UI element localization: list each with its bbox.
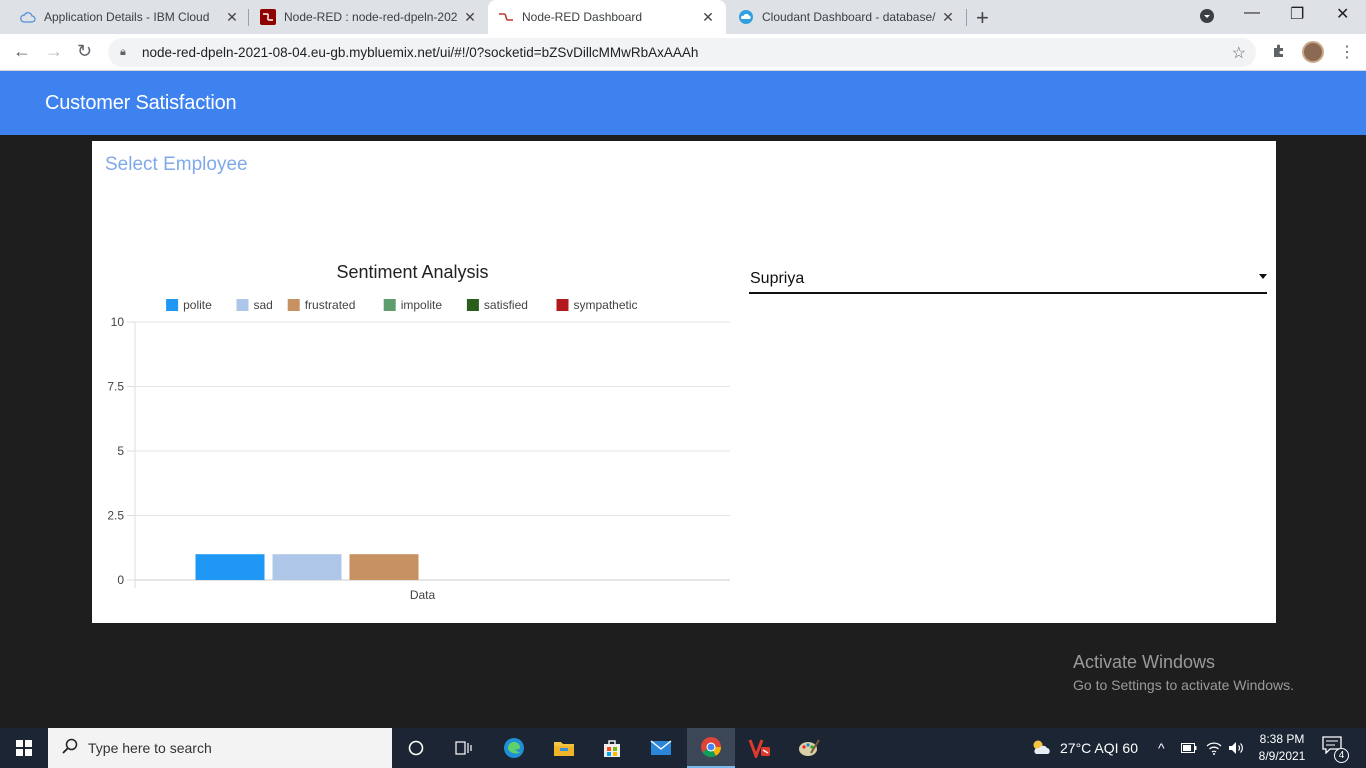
close-tab-icon[interactable]: ✕	[940, 9, 956, 26]
y-tick-label: 0	[117, 573, 124, 587]
employee-dropdown-value: Supriya	[750, 270, 805, 287]
battery-icon[interactable]	[1181, 728, 1197, 768]
close-window-icon[interactable]: ✕	[1336, 4, 1349, 24]
group-title: Select Employee	[105, 154, 248, 175]
close-tab-icon[interactable]: ✕	[462, 9, 478, 26]
forward-icon[interactable]: →	[45, 41, 63, 62]
page-title: Customer Satisfaction	[45, 92, 237, 114]
cortana-icon[interactable]	[392, 728, 440, 768]
tab-title: Application Details - IBM Cloud	[44, 10, 210, 24]
show-hidden-icons-chevron-up-icon[interactable]: ^	[1158, 728, 1165, 768]
weather-widget[interactable]: 27°C AQI 60	[1030, 728, 1138, 768]
x-category-label: Data	[410, 588, 436, 602]
y-tick-label: 10	[111, 315, 125, 329]
y-tick-label: 5	[117, 444, 124, 458]
file-explorer-icon[interactable]	[540, 728, 588, 768]
y-tick-label: 7.5	[107, 380, 124, 394]
close-tab-icon[interactable]: ✕	[700, 9, 716, 26]
legend-swatch-sympathetic	[556, 299, 569, 311]
clock-time: 8:38 PM	[1259, 732, 1305, 746]
y-tick-label: 2.5	[107, 509, 124, 523]
windows-taskbar: Type here to search 27°C AQI 60 ^ 8:38 P…	[0, 728, 1366, 768]
activate-windows-watermark: Activate Windows Go to Settings to activ…	[1073, 652, 1294, 693]
profile-avatar[interactable]	[1302, 41, 1324, 63]
mail-icon[interactable]	[637, 728, 685, 768]
tab-search-icon[interactable]	[1199, 8, 1215, 29]
restore-icon[interactable]: ❐	[1290, 4, 1304, 24]
tab-node-red-editor[interactable]: Node-RED : node-red-dpeln-202 ✕	[250, 0, 488, 34]
tab-node-red-dashboard[interactable]: Node-RED Dashboard ✕	[488, 0, 726, 34]
partly-cloudy-icon	[1030, 738, 1052, 759]
url-field[interactable]: 🔒︎ node-red-dpeln-2021-08-04.eu-gb.myblu…	[108, 38, 1256, 67]
watermark-subtitle: Go to Settings to activate Windows.	[1073, 677, 1294, 693]
tab-separator	[248, 9, 249, 26]
tab-title: Node-RED : node-red-dpeln-202	[284, 10, 458, 24]
lock-icon: 🔒︎	[120, 46, 126, 58]
employee-dropdown[interactable]: Supriya	[749, 267, 1267, 294]
task-view-icon[interactable]	[440, 728, 488, 768]
minimize-icon[interactable]: —	[1244, 4, 1260, 22]
legend-swatch-polite	[166, 299, 179, 311]
legend-swatch-sad	[236, 299, 249, 311]
cloudant-icon	[738, 9, 754, 25]
volume-icon[interactable]	[1228, 728, 1246, 768]
taskbar-search-input[interactable]: Type here to search	[48, 728, 392, 768]
start-button[interactable]	[0, 728, 48, 768]
cloud-icon	[20, 9, 36, 25]
sentiment-chart: Sentiment Analysis polite sad frustrated imp…	[100, 255, 740, 610]
weather-text: 27°C AQI 60	[1060, 740, 1138, 756]
taskbar-clock[interactable]: 8:38 PM 8/9/2021	[1252, 731, 1312, 765]
notification-center-icon[interactable]: 4	[1322, 736, 1349, 763]
legend-label-frustrated: frustrated	[305, 298, 356, 312]
search-icon	[62, 738, 78, 759]
tab-title: Cloudant Dashboard - database/	[762, 10, 936, 24]
legend-label-sympathetic: sympathetic	[574, 298, 638, 312]
paint-icon[interactable]	[785, 728, 833, 768]
tab-ibm-cloud[interactable]: Application Details - IBM Cloud ✕	[10, 0, 250, 34]
chevron-down-icon	[1259, 274, 1267, 279]
extensions-icon[interactable]	[1271, 42, 1287, 63]
node-red-icon	[260, 9, 276, 25]
vscode-like-app-icon[interactable]	[736, 728, 784, 768]
address-bar-row: ← → ↻ 🔒︎ node-red-dpeln-2021-08-04.eu-gb…	[0, 34, 1366, 71]
close-tab-icon[interactable]: ✕	[224, 9, 240, 26]
legend-label-satisfied: satisfied	[484, 298, 528, 312]
legend-label-impolite: impolite	[401, 298, 443, 312]
bookmark-star-icon[interactable]: ☆	[1232, 43, 1246, 63]
legend-label-sad: sad	[254, 298, 273, 312]
clock-date: 8/9/2021	[1258, 749, 1306, 763]
chrome-icon[interactable]	[687, 728, 735, 768]
bar-sad	[272, 554, 342, 580]
legend-swatch-impolite	[383, 299, 396, 311]
url-text: node-red-dpeln-2021-08-04.eu-gb.mybluemi…	[142, 45, 699, 60]
legend-swatch-satisfied	[466, 299, 479, 311]
sentiment-chart-svg: Sentiment Analysis polite sad frustrated imp…	[107, 262, 730, 602]
windows-logo-icon	[16, 740, 32, 756]
tab-cloudant[interactable]: Cloudant Dashboard - database/ ✕	[728, 0, 966, 34]
legend-swatch-frustrated	[287, 299, 300, 311]
new-tab-icon[interactable]: +	[976, 5, 989, 31]
dashboard-header: Customer Satisfaction	[0, 71, 1366, 135]
bar-frustrated	[349, 554, 419, 580]
tab-separator	[966, 9, 967, 26]
watermark-title: Activate Windows	[1073, 652, 1216, 672]
menu-kebab-icon[interactable]: ⋮	[1339, 42, 1355, 62]
edge-browser-icon[interactable]	[490, 728, 538, 768]
wifi-icon[interactable]	[1206, 728, 1222, 768]
reload-icon[interactable]: ↻	[77, 41, 92, 62]
notification-count-badge: 4	[1334, 748, 1349, 763]
back-icon[interactable]: ←	[13, 41, 31, 62]
search-placeholder: Type here to search	[88, 740, 212, 756]
tab-title: Node-RED Dashboard	[522, 10, 643, 24]
browser-tab-strip: Application Details - IBM Cloud ✕ Node-R…	[0, 0, 1366, 34]
node-red-icon	[498, 9, 514, 25]
bar-polite	[195, 554, 265, 580]
microsoft-store-icon[interactable]	[588, 728, 636, 768]
chart-title: Sentiment Analysis	[336, 262, 488, 282]
legend-label-polite: polite	[183, 298, 212, 312]
